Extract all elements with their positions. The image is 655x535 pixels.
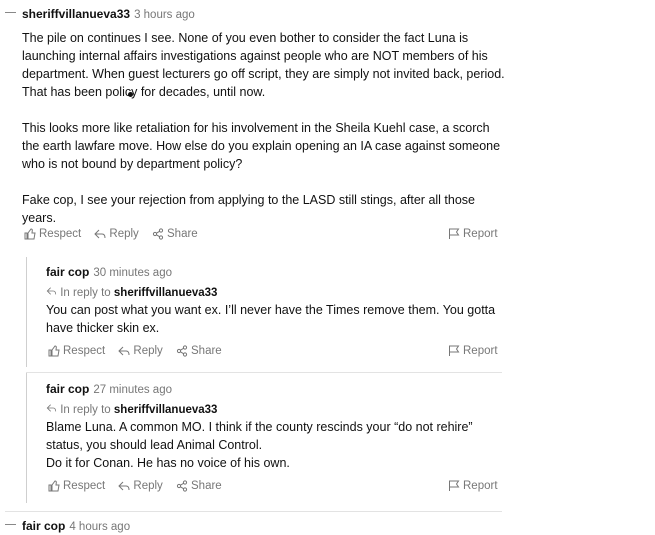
reply-comment: fair cop 27 minutes ago In reply to sheri…: [46, 380, 501, 472]
reply-thread-line: [26, 373, 27, 503]
comment-meta: fair cop 4 hours ago: [22, 517, 507, 535]
comment: sheriffvillanueva33 3 hours ago The pile …: [22, 5, 507, 227]
flag-icon: [449, 228, 460, 239]
in-reply-to-author[interactable]: sheriffvillanueva33: [114, 287, 218, 299]
reply-label: Reply: [109, 228, 139, 240]
share-button[interactable]: Share: [176, 345, 222, 357]
reply-label: Reply: [133, 480, 163, 492]
reply-thread-line: [26, 257, 27, 367]
comment-time: 4 hours ago: [69, 521, 131, 533]
share-icon: [152, 228, 164, 240]
reply-arrow-icon: [94, 229, 106, 239]
report-button[interactable]: Report: [448, 345, 498, 357]
reply-button[interactable]: Reply: [94, 228, 139, 240]
comment-meta: fair cop 30 minutes ago: [46, 263, 501, 281]
comment-paragraph: Fake cop, I see your rejection from appl…: [22, 193, 475, 225]
share-label: Share: [167, 228, 198, 240]
report-label: Report: [463, 345, 498, 357]
comment-author[interactable]: fair cop: [22, 519, 65, 533]
comment-author[interactable]: fair cop: [46, 382, 89, 396]
reply-button[interactable]: Reply: [118, 480, 163, 492]
reply-button[interactable]: Reply: [118, 345, 163, 357]
comment-time: 3 hours ago: [134, 9, 195, 21]
comment-author[interactable]: sheriffvillanueva33: [22, 7, 130, 21]
comment-actions: Respect Reply Share: [48, 345, 232, 360]
comment-actions: Respect Reply Share: [48, 480, 232, 495]
share-icon: [176, 345, 188, 357]
thumbs-up-icon: [48, 480, 60, 492]
thumbs-up-icon: [48, 345, 60, 357]
comment-paragraph: Do it for Conan. He has no voice of his …: [46, 456, 290, 470]
in-reply-to-label: In reply to: [60, 287, 111, 299]
comment-body: You can post what you want ex. I’ll neve…: [46, 301, 501, 337]
thread-collapse-line[interactable]: [5, 12, 16, 13]
share-icon: [176, 480, 188, 492]
in-reply-to-label: In reply to: [60, 404, 111, 416]
reply-arrow-icon: [46, 287, 57, 295]
divider: [5, 511, 502, 512]
respect-label: Respect: [63, 345, 106, 357]
comment-time: 30 minutes ago: [93, 267, 172, 279]
respect-button[interactable]: Respect: [48, 345, 105, 357]
comment-time: 27 minutes ago: [93, 384, 172, 396]
share-button[interactable]: Share: [176, 480, 222, 492]
report-label: Report: [463, 228, 498, 240]
in-reply-to: In reply to sheriffvillanueva33: [46, 403, 501, 416]
reply-arrow-icon: [118, 346, 130, 356]
share-label: Share: [191, 480, 222, 492]
report-button[interactable]: Report: [448, 228, 498, 240]
in-reply-to-author[interactable]: sheriffvillanueva33: [114, 404, 218, 416]
respect-button[interactable]: Respect: [24, 228, 81, 240]
share-label: Share: [191, 345, 222, 357]
thumbs-up-icon: [24, 228, 36, 240]
respect-button[interactable]: Respect: [48, 480, 105, 492]
report-button[interactable]: Report: [448, 480, 498, 492]
in-reply-to: In reply to sheriffvillanueva33: [46, 286, 501, 299]
comment-body: Blame Luna. A common MO. I think if the …: [46, 418, 501, 472]
comment-meta: fair cop 27 minutes ago: [46, 380, 501, 398]
comment-body: The pile on continues I see. None of you…: [22, 29, 507, 227]
respect-label: Respect: [63, 480, 106, 492]
divider: [26, 372, 502, 373]
comment: fair cop 4 hours ago: [22, 517, 507, 535]
respect-label: Respect: [39, 228, 82, 240]
comment-paragraph: Blame Luna. A common MO. I think if the …: [46, 420, 473, 452]
comment-author[interactable]: fair cop: [46, 265, 89, 279]
mouse-cursor-dot: [128, 92, 133, 97]
comment-meta: sheriffvillanueva33 3 hours ago: [22, 5, 507, 23]
reply-comment: fair cop 30 minutes ago In reply to sheri…: [46, 263, 501, 337]
reply-label: Reply: [133, 345, 163, 357]
share-button[interactable]: Share: [152, 228, 198, 240]
report-label: Report: [463, 480, 498, 492]
flag-icon: [449, 480, 460, 491]
reply-arrow-icon: [118, 481, 130, 491]
comment-paragraph: The pile on continues I see. None of you…: [22, 31, 505, 99]
flag-icon: [449, 345, 460, 356]
comment-paragraph: You can post what you want ex. I’ll neve…: [46, 303, 496, 335]
comment-actions: Respect Reply Share: [24, 228, 208, 243]
comment-paragraph: This looks more like retaliation for his…: [22, 121, 501, 171]
reply-arrow-icon: [46, 404, 57, 412]
thread-collapse-line[interactable]: [5, 524, 16, 525]
